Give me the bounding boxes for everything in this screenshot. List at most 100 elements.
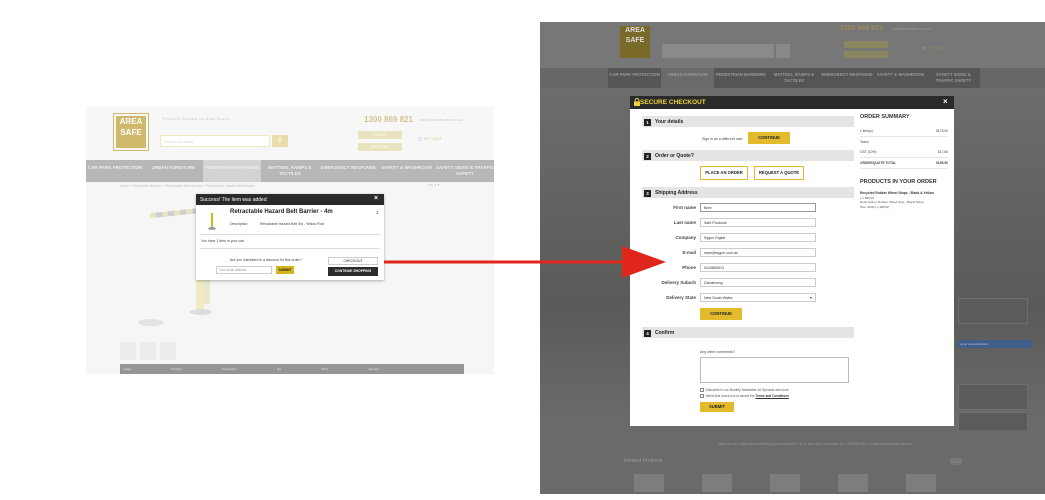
- main-nav: CAR PARK PROTECTION URBAN FURNITURE PEDE…: [608, 68, 980, 88]
- last-name-field[interactable]: Safe Products: [700, 218, 816, 227]
- related-product-thumbnail[interactable]: [770, 474, 800, 492]
- newsletter-checkbox[interactable]: [700, 388, 704, 392]
- related-products-title: Related Products: [624, 458, 663, 464]
- login-button[interactable]: [844, 41, 888, 48]
- phone-field[interactable]: 0419869513: [700, 263, 816, 272]
- email-link[interactable]: sales@areasafe.com.au: [892, 27, 931, 31]
- phone-number: 1300 869 821: [840, 25, 883, 32]
- terms-link[interactable]: Terms and Conditions: [755, 394, 788, 398]
- footer-note: Need to buy online and confirming your d…: [718, 442, 912, 446]
- order-product-size: Size: 900(L) x 180(W): [860, 204, 890, 209]
- first-name-field[interactable]: Bree: [700, 203, 816, 212]
- secure-checkout-modal: SECURE CHECKOUT × 1 Your details Sign in …: [630, 96, 954, 426]
- nav-item[interactable]: SAFETY & WASHROOM: [874, 68, 927, 88]
- section-your-details[interactable]: 1 Your details: [642, 116, 854, 127]
- nav-item[interactable]: SAFETY SIGNS & TRAFFIC SAFETY: [927, 68, 980, 88]
- section-confirm[interactable]: 4 Confirm: [642, 327, 854, 338]
- register-button[interactable]: [844, 51, 888, 58]
- request-quote-button[interactable]: REQUEST A QUOTE: [754, 166, 804, 180]
- order-summary-title: ORDER SUMMARY: [860, 114, 910, 120]
- summary-row-total: ORDER/QUOTE TOTAL $195.50: [860, 158, 948, 169]
- comments-label: Any other comments?: [700, 350, 735, 354]
- terms-checkbox[interactable]: [700, 394, 704, 398]
- site-header: [540, 22, 1045, 68]
- side-link[interactable]: [958, 384, 1028, 410]
- summary-value: $178.00: [936, 129, 948, 133]
- search-input[interactable]: [662, 44, 774, 58]
- comments-textarea[interactable]: [700, 357, 849, 383]
- summary-label: ORDER/QUOTE TOTAL: [860, 161, 897, 165]
- nav-item[interactable]: PEDESTRIAN BARRIERS: [714, 68, 767, 88]
- summary-value: $17.80: [937, 150, 948, 154]
- summary-row-taxes: Taxes: [860, 137, 948, 147]
- summary-label: Taxes: [860, 140, 869, 144]
- details-continue-button[interactable]: CONTINUE: [748, 132, 790, 144]
- lock-icon: [634, 98, 640, 106]
- chevron-down-icon: ▾: [809, 295, 812, 300]
- delivery-state-label: Delivery State: [666, 295, 696, 300]
- newsletter-option[interactable]: Subscribe to our Monthly Newsletter for …: [700, 388, 789, 392]
- divider: [200, 248, 380, 249]
- order-summary-panel: ORDER SUMMARY 1 item(s) $178.00 Taxes GST…: [860, 114, 948, 209]
- company-label: Company: [675, 235, 696, 240]
- checkout-title: SECURE CHECKOUT: [630, 96, 954, 109]
- submit-button[interactable]: SUBMIT: [700, 402, 734, 412]
- shipping-continue-button[interactable]: CONTINUE: [700, 308, 742, 320]
- product-name[interactable]: Retractable Hazard Belt Barrier - 4m: [230, 209, 333, 215]
- related-product-thumbnail[interactable]: [634, 474, 664, 492]
- delivery-state-value: New South Wales: [704, 296, 733, 300]
- company-field[interactable]: Sygon Digital: [700, 233, 816, 242]
- section-shipping-address[interactable]: 3 Shipping Address: [642, 187, 854, 198]
- summary-rows: 1 item(s) $178.00 Taxes GST (10%) $17.80 O…: [860, 126, 948, 169]
- related-product-thumbnail[interactable]: [906, 474, 936, 492]
- related-product-thumbnail[interactable]: [702, 474, 732, 492]
- close-icon[interactable]: ×: [943, 97, 948, 106]
- sign-in-text[interactable]: Sign in as a different user: [702, 137, 743, 141]
- cart-count-text: You have 1 item in your cart: [201, 239, 245, 243]
- summary-label: 1 item(s): [860, 129, 873, 133]
- logo-line-2: SAFE: [625, 37, 645, 44]
- nav-item[interactable]: CAR PARK PROTECTION: [608, 68, 661, 88]
- section-number: 2: [644, 152, 651, 160]
- feature-banner[interactable]: Level access/Hazard: [958, 340, 1032, 348]
- cart-label: MY CART: [927, 46, 944, 50]
- search-button[interactable]: [776, 44, 790, 58]
- discount-submit-button[interactable]: SUBMIT: [276, 266, 294, 274]
- products-in-order-title: PRODUCTS IN YOUR ORDER: [860, 179, 937, 185]
- popup-title: Success! The item was added: [196, 194, 384, 205]
- product-qty: 1: [376, 210, 379, 215]
- related-product-thumbnail[interactable]: [838, 474, 868, 492]
- email-field[interactable]: mark@sygon.com.au: [700, 248, 816, 257]
- place-order-button[interactable]: PLACE AN ORDER: [700, 166, 748, 180]
- terms-option[interactable]: Select this check box to accept the Term…: [700, 394, 789, 398]
- summary-label: GST (10%): [860, 150, 877, 154]
- close-icon[interactable]: ×: [374, 195, 378, 202]
- discount-email-input[interactable]: Your email address: [216, 266, 272, 274]
- section-title: Order or Quote?: [655, 152, 694, 159]
- delivery-suburb-field[interactable]: Dandenong: [700, 278, 816, 287]
- discount-question: Are you interested in a discount for thi…: [230, 258, 302, 262]
- area-safe-logo[interactable]: AREA SAFE: [620, 26, 650, 58]
- delivery-state-select[interactable]: New South Wales ▾: [700, 293, 816, 302]
- continue-shopping-button[interactable]: CONTINUE SHOPPING: [328, 267, 378, 276]
- section-number: 4: [644, 329, 651, 337]
- summary-value: $195.50: [936, 161, 948, 165]
- red-annotation-arrow: [384, 246, 666, 278]
- logo-line-1: AREA: [625, 27, 645, 34]
- cart-link[interactable]: 🛒 MY CART: [922, 46, 944, 50]
- nav-item[interactable]: MATTING, RAMPS & TACTILES: [767, 68, 820, 88]
- newsletter-label: Subscribe to our Monthly Newsletter for …: [705, 388, 789, 392]
- section-order-or-quote[interactable]: 2 Order or Quote?: [642, 150, 854, 161]
- product-thumbnail-icon: [206, 211, 218, 231]
- checkout-button[interactable]: CHECKOUT: [328, 257, 378, 265]
- section-title: Shipping Address: [655, 189, 698, 196]
- terms-label: Select this check box to accept the: [705, 394, 755, 398]
- nav-item[interactable]: EMERGENCY RESPONSE: [821, 68, 874, 88]
- section-title: Confirm: [655, 329, 675, 336]
- side-link[interactable]: [958, 298, 1028, 324]
- description-label: Description: [230, 222, 248, 226]
- description-value: Retractable Hazard Belt 4m - Yellow Post: [260, 222, 325, 226]
- section-number: 1: [644, 118, 651, 126]
- related-nav-arrows[interactable]: < >: [950, 458, 962, 465]
- nav-item-active[interactable]: URBAN FURNITURE: [661, 68, 715, 88]
